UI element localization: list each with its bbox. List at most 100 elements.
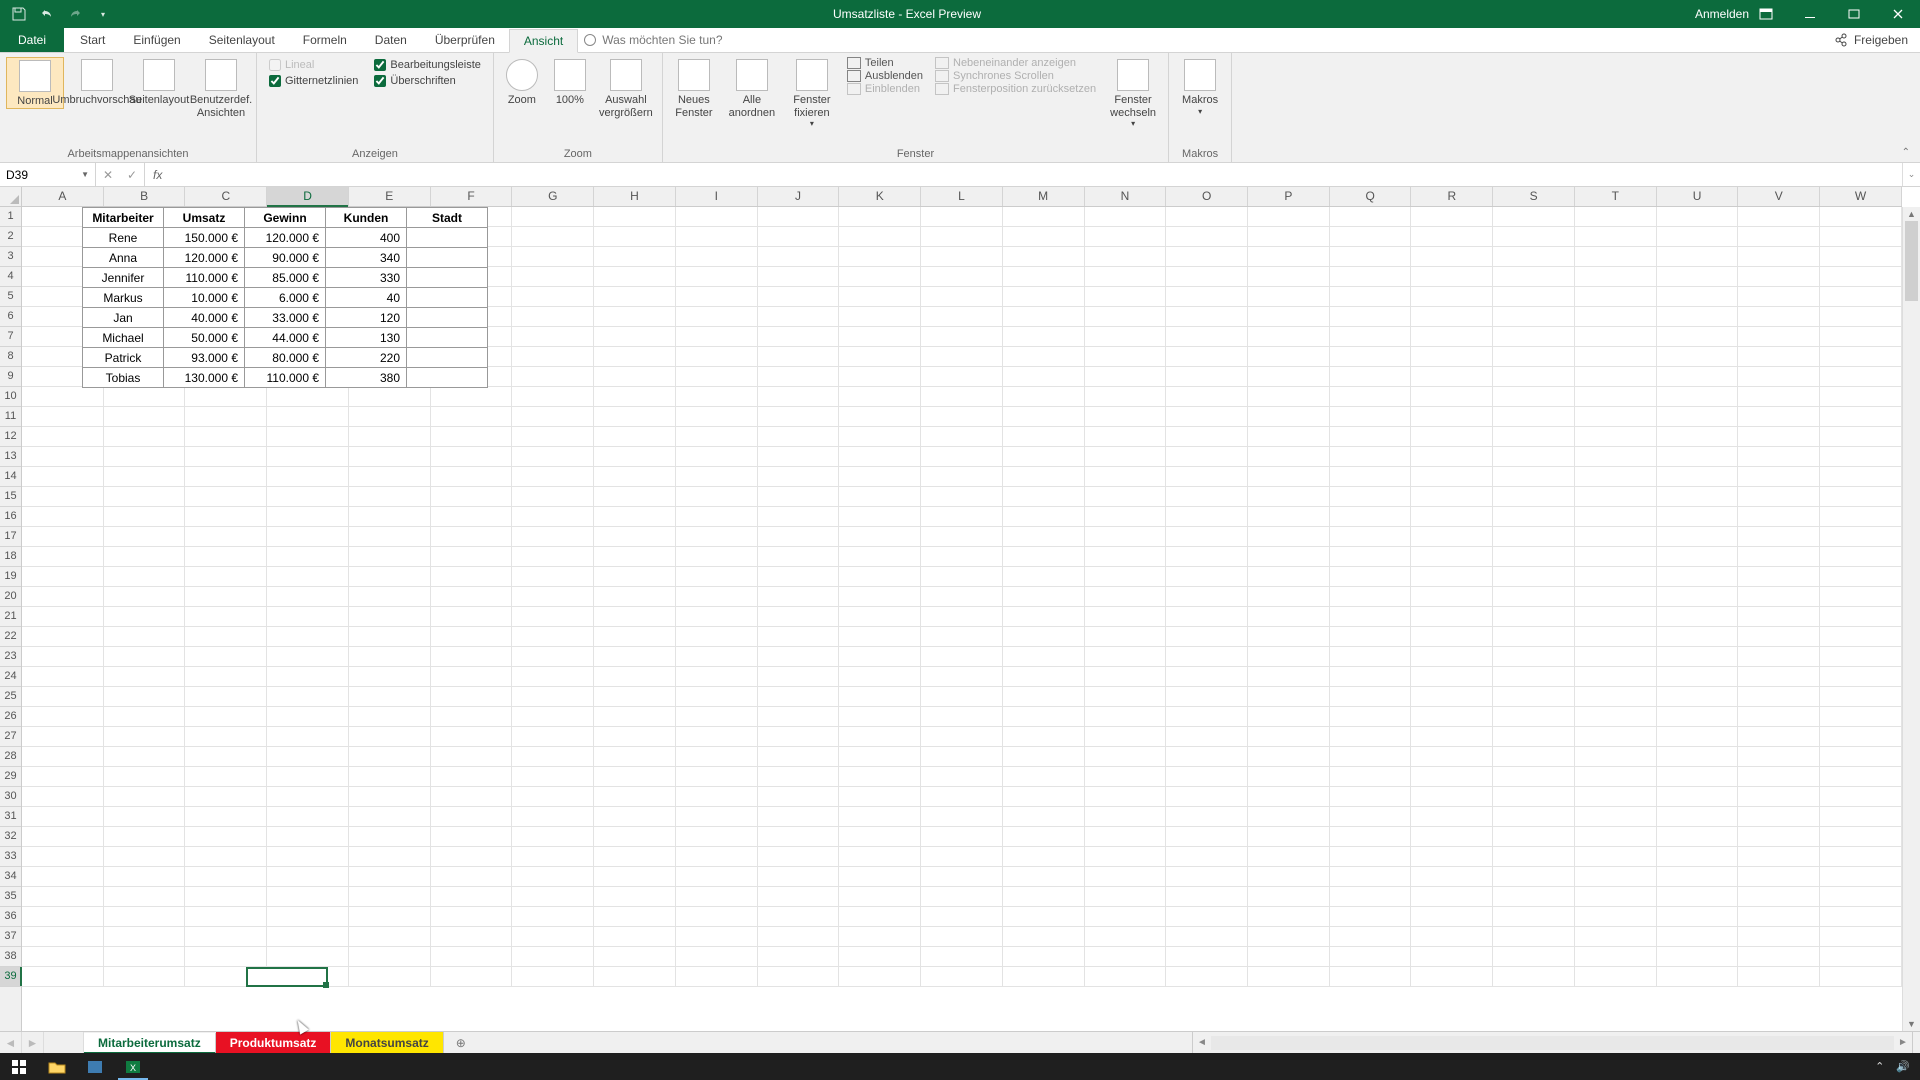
undo-icon[interactable] [36, 4, 58, 24]
formula-input[interactable] [170, 163, 1902, 186]
formulabar-checkbox[interactable]: Bearbeitungsleiste [374, 57, 481, 73]
arrange-all-button[interactable]: Alle anordnen [723, 57, 781, 119]
col-header-J[interactable]: J [758, 187, 840, 206]
row-header-18[interactable]: 18 [0, 547, 21, 567]
close-icon[interactable] [1876, 0, 1920, 28]
row-header-26[interactable]: 26 [0, 707, 21, 727]
col-header-P[interactable]: P [1248, 187, 1330, 206]
switch-window-button[interactable]: Fenster wechseln▾ [1104, 57, 1162, 128]
freeze-panes-button[interactable]: Fenster fixieren▾ [785, 57, 839, 128]
taskbar-app-button[interactable] [76, 1053, 114, 1080]
col-header-L[interactable]: L [921, 187, 1003, 206]
row-header-20[interactable]: 20 [0, 587, 21, 607]
col-header-F[interactable]: F [431, 187, 513, 206]
row-header-10[interactable]: 10 [0, 387, 21, 407]
tab-nav-prev[interactable]: ◄ [0, 1032, 22, 1053]
col-header-E[interactable]: E [349, 187, 431, 206]
col-header-T[interactable]: T [1575, 187, 1657, 206]
col-header-I[interactable]: I [676, 187, 758, 206]
row-header-37[interactable]: 37 [0, 927, 21, 947]
col-header-M[interactable]: M [1003, 187, 1085, 206]
row-header-36[interactable]: 36 [0, 907, 21, 927]
macros-button[interactable]: Makros▾ [1175, 57, 1225, 116]
col-header-B[interactable]: B [104, 187, 186, 206]
row-header-5[interactable]: 5 [0, 287, 21, 307]
row-header-8[interactable]: 8 [0, 347, 21, 367]
file-explorer-button[interactable] [38, 1053, 76, 1080]
hscroll-left-icon[interactable]: ◄ [1193, 1037, 1211, 1048]
row-header-25[interactable]: 25 [0, 687, 21, 707]
row-header-19[interactable]: 19 [0, 567, 21, 587]
name-box[interactable]: D39 ▼ [0, 163, 96, 186]
row-header-3[interactable]: 3 [0, 247, 21, 267]
tab-split-handle[interactable] [1912, 1032, 1920, 1053]
tab-pagelayout[interactable]: Seitenlayout [195, 28, 289, 52]
zoom-button[interactable]: Zoom [500, 57, 544, 107]
sheet-tab-monatsumsatz[interactable]: Monatsumsatz [331, 1032, 443, 1053]
tab-view[interactable]: Ansicht [509, 29, 578, 53]
scrollbar-thumb[interactable] [1905, 221, 1918, 301]
row-header-17[interactable]: 17 [0, 527, 21, 547]
sheet-tab-produktumsatz[interactable]: Produktumsatz [216, 1032, 332, 1053]
row-header-30[interactable]: 30 [0, 787, 21, 807]
scroll-up-icon[interactable]: ▲ [1903, 207, 1920, 221]
pagelayout-view-button[interactable]: Seitenlayout [130, 57, 188, 107]
col-header-W[interactable]: W [1820, 187, 1902, 206]
row-header-14[interactable]: 14 [0, 467, 21, 487]
col-header-V[interactable]: V [1738, 187, 1820, 206]
col-header-A[interactable]: A [22, 187, 104, 206]
ribbon-display-icon[interactable] [1744, 0, 1788, 28]
row-header-23[interactable]: 23 [0, 647, 21, 667]
row-header-4[interactable]: 4 [0, 267, 21, 287]
col-header-H[interactable]: H [594, 187, 676, 206]
unhide-button[interactable]: Einblenden [847, 83, 923, 95]
collapse-ribbon-icon[interactable]: ⌃ [1902, 147, 1910, 158]
custom-views-button[interactable]: Benutzerdef. Ansichten [192, 57, 250, 119]
row-header-29[interactable]: 29 [0, 767, 21, 787]
fx-icon[interactable]: fx [145, 163, 170, 186]
tab-formulas[interactable]: Formeln [289, 28, 361, 52]
row-header-16[interactable]: 16 [0, 507, 21, 527]
col-header-C[interactable]: C [185, 187, 267, 206]
sheet-tab-mitarbeiterumsatz[interactable]: Mitarbeiterumsatz [84, 1033, 216, 1054]
col-header-D[interactable]: D [267, 187, 349, 206]
new-sheet-button[interactable]: ⊕ [444, 1032, 478, 1053]
horizontal-scrollbar[interactable]: ◄ ► [1192, 1032, 1912, 1053]
tab-file[interactable]: Datei [0, 28, 64, 52]
ruler-checkbox[interactable]: Lineal [269, 57, 358, 73]
row-header-35[interactable]: 35 [0, 887, 21, 907]
row-header-1[interactable]: 1 [0, 207, 21, 227]
col-header-Q[interactable]: Q [1330, 187, 1412, 206]
qat-customize-icon[interactable]: ▾ [92, 4, 114, 24]
row-header-9[interactable]: 9 [0, 367, 21, 387]
tab-start[interactable]: Start [66, 28, 119, 52]
signin-button[interactable]: Anmelden [1700, 0, 1744, 28]
row-header-12[interactable]: 12 [0, 427, 21, 447]
row-header-22[interactable]: 22 [0, 627, 21, 647]
row-header-11[interactable]: 11 [0, 407, 21, 427]
row-header-34[interactable]: 34 [0, 867, 21, 887]
tab-data[interactable]: Daten [361, 28, 421, 52]
maximize-icon[interactable] [1832, 0, 1876, 28]
tellme-search[interactable]: Was möchten Sie tun? [584, 28, 722, 52]
row-header-24[interactable]: 24 [0, 667, 21, 687]
row-header-15[interactable]: 15 [0, 487, 21, 507]
tray-chevron-icon[interactable]: ⌃ [1875, 1060, 1884, 1073]
scroll-down-icon[interactable]: ▼ [1903, 1017, 1920, 1031]
zoom-selection-button[interactable]: Auswahl vergrößern [596, 57, 656, 119]
row-header-28[interactable]: 28 [0, 747, 21, 767]
tab-nav-next[interactable]: ► [22, 1032, 44, 1053]
redo-icon[interactable] [64, 4, 86, 24]
excel-taskbar-button[interactable]: X [114, 1053, 152, 1080]
gridlines-checkbox[interactable]: Gitternetzlinien [269, 73, 358, 89]
row-header-7[interactable]: 7 [0, 327, 21, 347]
zoom-100-button[interactable]: 100% [548, 57, 592, 107]
name-box-dropdown-icon[interactable]: ▼ [81, 170, 89, 179]
hscroll-right-icon[interactable]: ► [1894, 1037, 1912, 1048]
col-header-G[interactable]: G [512, 187, 594, 206]
new-window-button[interactable]: Neues Fenster [669, 57, 719, 119]
hscroll-track[interactable] [1211, 1036, 1894, 1050]
minimize-icon[interactable] [1788, 0, 1832, 28]
vertical-scrollbar[interactable]: ▲ ▼ [1902, 207, 1920, 1031]
col-header-O[interactable]: O [1166, 187, 1248, 206]
